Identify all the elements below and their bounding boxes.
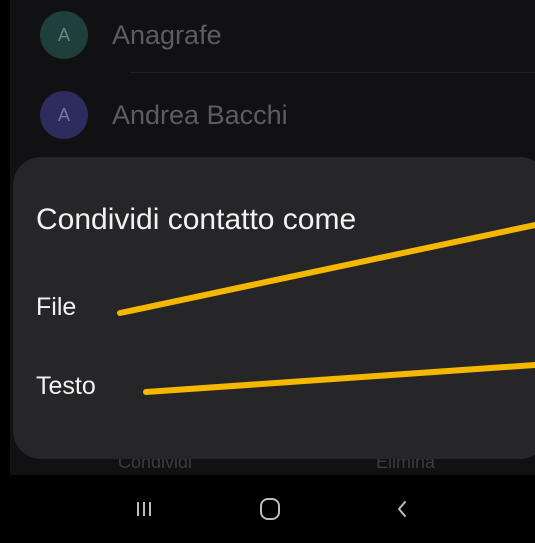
annotation-arrow-file	[117, 222, 535, 316]
recents-icon[interactable]	[132, 495, 156, 523]
annotation-overlay	[117, 222, 535, 395]
navigation-bar	[0, 475, 535, 543]
back-icon[interactable]	[390, 495, 414, 523]
phone-screen: A Anagrafe A Andrea Bacchi Condividi Eli…	[0, 0, 535, 543]
home-icon[interactable]	[254, 495, 286, 523]
annotation-arrow-text	[143, 362, 535, 395]
